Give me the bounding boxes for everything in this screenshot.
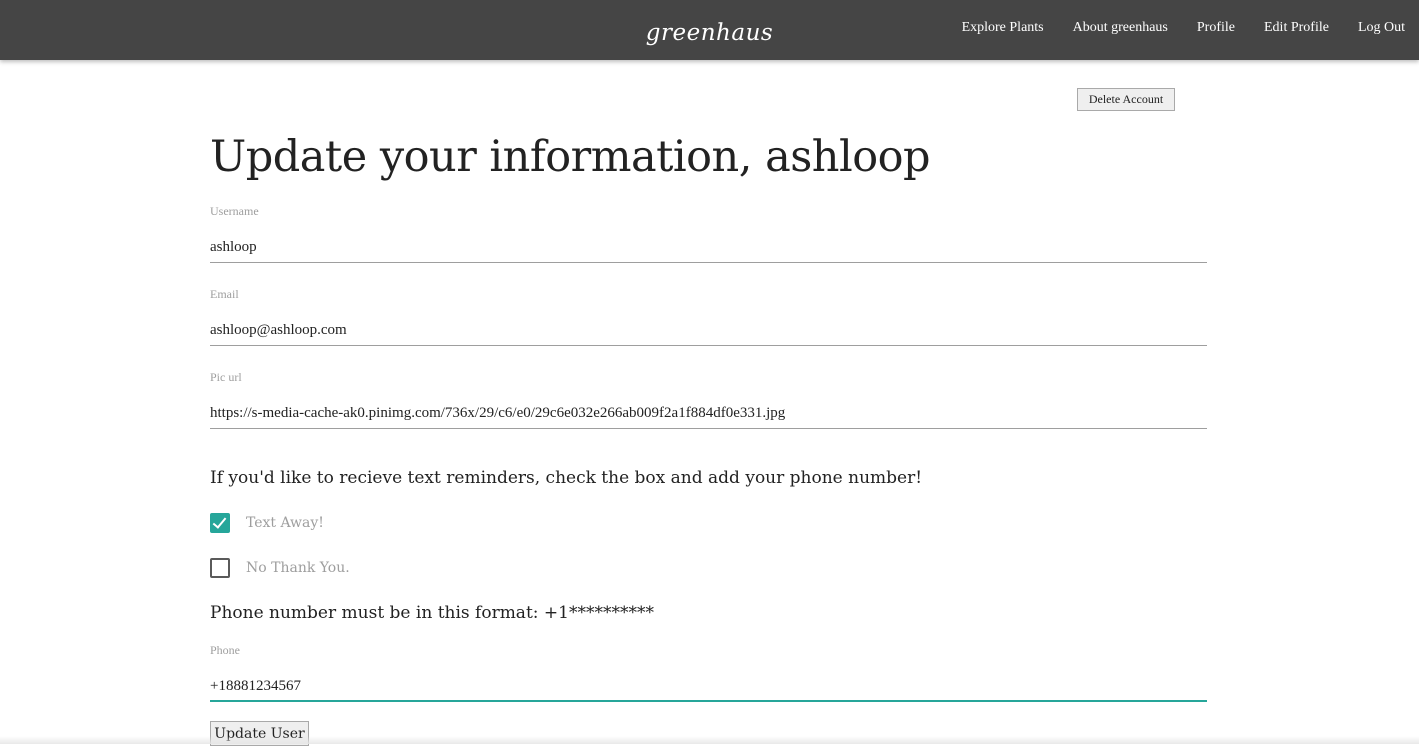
option-label-text-away: Text Away! bbox=[246, 515, 324, 531]
phone-format-note: Phone number must be in this format: +1*… bbox=[210, 603, 654, 623]
nav-link-explore-plants[interactable]: Explore Plants bbox=[962, 20, 1044, 36]
checkbox-unchecked-icon[interactable] bbox=[210, 558, 230, 578]
checkbox-checked-icon[interactable] bbox=[210, 513, 230, 533]
nav-links: Explore Plants About greenhaus Profile E… bbox=[962, 20, 1405, 36]
pic-url-label: Pic url bbox=[210, 370, 242, 384]
option-text-away[interactable]: Text Away! bbox=[210, 513, 324, 533]
phone-label: Phone bbox=[210, 643, 240, 657]
pic-url-field-group: Pic url bbox=[210, 370, 1207, 429]
phone-input[interactable] bbox=[210, 672, 1207, 702]
delete-account-button[interactable]: Delete Account bbox=[1077, 88, 1175, 111]
pic-url-input[interactable] bbox=[210, 399, 1207, 429]
option-label-no-thank-you: No Thank You. bbox=[246, 560, 350, 576]
top-navbar: greenhaus Explore Plants About greenhaus… bbox=[0, 0, 1419, 60]
phone-field-group: Phone bbox=[210, 643, 1207, 702]
page-title: Update your information, ashloop bbox=[210, 132, 931, 182]
username-field-group: Username bbox=[210, 204, 1207, 263]
nav-link-profile[interactable]: Profile bbox=[1197, 20, 1235, 36]
nav-link-about[interactable]: About greenhaus bbox=[1073, 20, 1168, 36]
email-label: Email bbox=[210, 287, 239, 301]
update-user-button[interactable]: Update User bbox=[210, 721, 309, 746]
email-input[interactable] bbox=[210, 316, 1207, 346]
nav-link-edit-profile[interactable]: Edit Profile bbox=[1264, 20, 1329, 36]
nav-link-log-out[interactable]: Log Out bbox=[1358, 20, 1405, 36]
email-field-group: Email bbox=[210, 287, 1207, 346]
username-label: Username bbox=[210, 204, 259, 218]
reminder-prompt: If you'd like to recieve text reminders,… bbox=[210, 468, 923, 488]
option-no-thank-you[interactable]: No Thank You. bbox=[210, 558, 350, 578]
username-input[interactable] bbox=[210, 233, 1207, 263]
